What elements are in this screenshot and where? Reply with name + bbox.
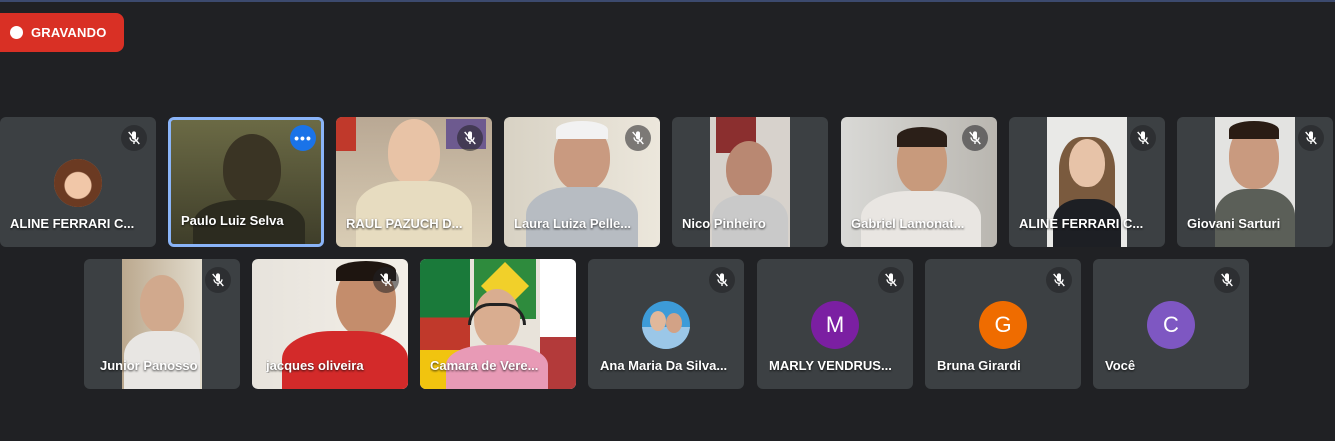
mic-off-icon	[1046, 267, 1072, 293]
participant-hair	[556, 121, 608, 139]
participant-hair	[897, 127, 947, 147]
participant-name: Você	[1105, 358, 1136, 373]
mic-off-icon	[962, 125, 988, 151]
mic-off-icon	[878, 267, 904, 293]
participant-face	[388, 119, 440, 185]
initial-avatar: M	[811, 301, 859, 349]
mic-off-icon	[1130, 125, 1156, 151]
mic-off-icon	[457, 125, 483, 151]
participant-hair	[1229, 121, 1279, 139]
participant-name: Laura Luiza Pelle...	[514, 216, 632, 231]
participant-tile[interactable]: ••• Paulo Luiz Selva	[168, 117, 324, 247]
mic-off-icon	[1214, 267, 1240, 293]
top-border	[0, 0, 1335, 2]
participant-face	[140, 275, 184, 333]
participant-tile[interactable]: Gabriel Lamonat...	[841, 117, 997, 247]
mic-off-icon	[373, 267, 399, 293]
participant-tile[interactable]: Nico Pinheiro	[672, 117, 828, 247]
participant-tile[interactable]: M MARLY VENDRUS...	[757, 259, 913, 389]
recording-indicator[interactable]: GRAVANDO	[0, 13, 124, 52]
participant-tile[interactable]: G Bruna Girardi	[925, 259, 1081, 389]
participant-name: Gabriel Lamonat...	[851, 216, 965, 231]
mic-off-icon	[205, 267, 231, 293]
record-dot-icon	[10, 26, 23, 39]
participant-tile[interactable]: Camara de Vere...	[420, 259, 576, 389]
mic-off-icon	[709, 267, 735, 293]
wall-decoration	[336, 117, 356, 151]
participant-tile[interactable]: Laura Luiza Pelle...	[504, 117, 660, 247]
participant-tile[interactable]: Junior Panosso	[84, 259, 240, 389]
participant-name: MARLY VENDRUS...	[769, 358, 892, 373]
avatar-sky	[642, 327, 690, 349]
participant-name: Junior Panosso	[100, 358, 198, 373]
participant-silhouette	[223, 134, 281, 204]
participant-name: RAUL PAZUCH D...	[346, 216, 463, 231]
participant-tile[interactable]: Ana Maria Da Silva...	[588, 259, 744, 389]
participant-name: Giovani Sarturi	[1187, 216, 1281, 231]
participant-name: jacques oliveira	[266, 358, 364, 373]
participant-name: ALINE FERRARI C...	[1019, 216, 1144, 231]
initial-avatar: G	[979, 301, 1027, 349]
participant-name: Ana Maria Da Silva...	[600, 358, 728, 373]
participant-name: Bruna Girardi	[937, 358, 1021, 373]
participant-tile[interactable]: ALINE FERRARI C...	[1009, 117, 1165, 247]
avatar-face-1	[650, 311, 666, 331]
participant-tile[interactable]: C Você	[1093, 259, 1249, 389]
recording-label: GRAVANDO	[31, 25, 107, 40]
participant-tile[interactable]: jacques oliveira	[252, 259, 408, 389]
initial-avatar: C	[1147, 301, 1195, 349]
more-options-icon[interactable]: •••	[290, 125, 316, 151]
participant-face	[726, 141, 772, 197]
profile-photo-avatar	[54, 159, 102, 207]
participant-face	[1069, 139, 1105, 187]
mic-off-icon	[625, 125, 651, 151]
mic-off-icon	[1298, 125, 1324, 151]
participant-name: Camara de Vere...	[430, 358, 539, 373]
avatar-face-2	[666, 313, 682, 333]
participant-tile[interactable]: RAUL PAZUCH D...	[336, 117, 492, 247]
participant-name: ALINE FERRARI C...	[10, 216, 135, 231]
participant-name: Paulo Luiz Selva	[181, 213, 284, 228]
participant-tile[interactable]: Giovani Sarturi	[1177, 117, 1333, 247]
participant-name: Nico Pinheiro	[682, 216, 766, 231]
mic-off-icon	[121, 125, 147, 151]
profile-photo-avatar	[642, 301, 690, 349]
participant-tile[interactable]: ALINE FERRARI C...	[0, 117, 156, 247]
participant-body	[356, 181, 472, 247]
